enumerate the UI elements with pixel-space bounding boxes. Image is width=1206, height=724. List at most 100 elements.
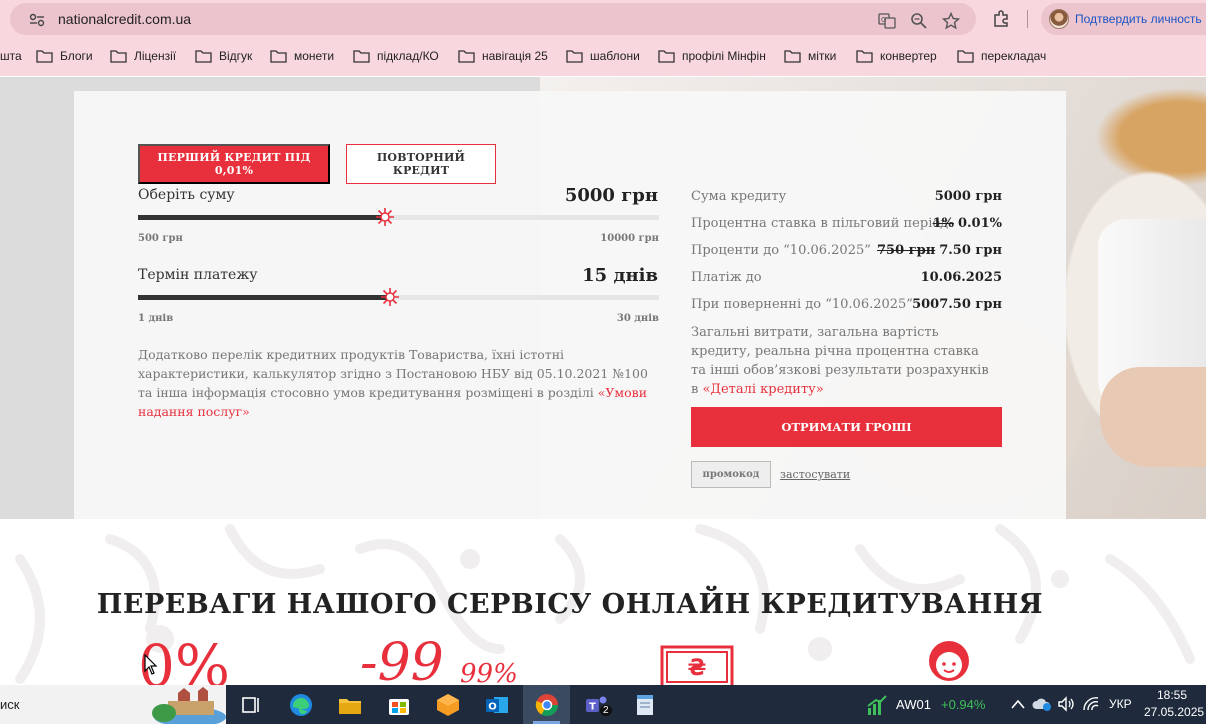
onedrive-icon[interactable] <box>1032 696 1052 712</box>
bookmark-label: перекладач <box>981 49 1047 63</box>
amount-slider-handle-icon[interactable] <box>374 206 396 228</box>
bookmark-label: конвертер <box>880 49 937 63</box>
price-cents-icon: 99% <box>460 659 518 685</box>
amount-label: Оберіть суму <box>138 187 235 203</box>
notepad-icon[interactable] <box>632 692 658 718</box>
summary-row: Платіж до 10.06.2025 <box>691 270 1002 290</box>
term-max-label: 30 днів <box>616 313 659 324</box>
hero-section: ПЕРШИЙ КРЕДИТ ПІД 0,01% ПОВТОРНИЙ КРЕДИТ… <box>0 77 1206 519</box>
term-label: Термін платежу <box>138 267 258 283</box>
teams-badge: 2 <box>600 705 612 716</box>
summary-row: Проценти до “10.06.2025” 750 грн 7.50 грн <box>691 243 1002 263</box>
amount-max-label: 10000 грн <box>600 233 659 244</box>
file-explorer-icon[interactable] <box>337 692 363 718</box>
term-slider-handle-icon[interactable] <box>379 286 401 308</box>
folder-icon <box>110 50 127 63</box>
apply-promo-link[interactable]: застосувати <box>780 468 850 481</box>
amount-value: 5000 грн <box>564 185 658 206</box>
summary-row-old-value: 750 грн <box>877 243 936 258</box>
sublime-text-icon[interactable] <box>435 692 461 718</box>
person-icon <box>929 641 969 681</box>
money-bill-symbol: ₴ <box>688 656 707 681</box>
extensions-icon[interactable] <box>992 9 1010 27</box>
promo-code-input[interactable]: промокод <box>691 461 771 488</box>
summary-row-label: Проценти до “10.06.2025” <box>691 243 871 258</box>
zoom-icon[interactable] <box>910 12 928 30</box>
svg-text:G: G <box>881 16 886 24</box>
microsoft-store-icon[interactable] <box>386 692 412 718</box>
loan-calculator-card: ПЕРШИЙ КРЕДИТ ПІД 0,01% ПОВТОРНИЙ КРЕДИТ… <box>74 91 1066 519</box>
folder-icon <box>270 50 287 63</box>
summary-row-old-value: 1% <box>932 216 954 231</box>
folder-icon <box>353 50 370 63</box>
taskbar-search[interactable]: иск <box>0 685 226 724</box>
summary-row-new-value: 10.06.2025 <box>920 270 1002 285</box>
summary-row-new-value: 5007.50 грн <box>912 297 1002 312</box>
svg-text:T: T <box>589 702 596 713</box>
terms-note: Додатково перелік кредитних продуктів То… <box>138 345 658 421</box>
chrome-active-tab[interactable] <box>523 685 570 724</box>
task-view-icon[interactable] <box>238 692 264 718</box>
edge-browser-icon[interactable] <box>288 692 314 718</box>
summary-row: При поверненні до “10.06.2025” 5007.50 гр… <box>691 297 1002 317</box>
ticker-name[interactable]: AW01 <box>896 697 931 712</box>
get-money-button[interactable]: ОТРИМАТИ ГРОШІ <box>691 407 1002 447</box>
mouse-cursor-icon <box>144 654 158 675</box>
summary-row-label: Платіж до <box>691 270 762 285</box>
summary-row-value: 1% 0.01% <box>933 216 1002 231</box>
folder-icon <box>784 50 801 63</box>
hero-hand-image <box>1100 367 1206 467</box>
omnibox[interactable]: nationalcredit.com.ua G <box>10 3 976 35</box>
tab-first-credit[interactable]: ПЕРШИЙ КРЕДИТ ПІД 0,01% <box>138 144 330 184</box>
clock-time[interactable]: 18:55 <box>1157 688 1187 702</box>
chevron-up-icon[interactable] <box>1010 697 1026 711</box>
summary-note: Загальні витрати, загальна вартість кред… <box>691 323 991 399</box>
toolbar-separator <box>1027 10 1028 28</box>
translate-icon[interactable]: G <box>878 12 896 30</box>
outlook-icon[interactable]: O <box>484 692 510 718</box>
bookmark-partial[interactable]: шта <box>0 49 22 63</box>
price-icon: -99 <box>360 633 444 685</box>
summary-row-value: 10.06.2025 <box>921 270 1002 285</box>
bookmark-star-icon[interactable] <box>942 12 960 30</box>
folder-icon <box>856 50 873 63</box>
summary-row-value: 750 грн 7.50 грн <box>877 243 1002 258</box>
summary-row-new-value: 7.50 грн <box>939 243 1002 258</box>
avatar <box>1049 9 1069 29</box>
summary-row-value: 5000 грн <box>935 189 1002 204</box>
summary-row-value: 5007.50 грн <box>912 297 1002 312</box>
term-slider[interactable] <box>138 288 659 306</box>
amount-slider[interactable] <box>138 208 659 226</box>
taskbar-search-text: иск <box>0 697 20 712</box>
clock-date[interactable]: 27.05.2025 <box>1144 705 1204 719</box>
wifi-icon[interactable] <box>1082 696 1100 712</box>
bookmarks-bar: шта Блоги Ліцензії Відгук монети підклад/КО н… <box>0 38 1206 76</box>
volume-icon[interactable] <box>1057 696 1075 712</box>
amount-slider-fill <box>138 215 385 220</box>
term-slider-fill <box>138 295 390 300</box>
credit-details-link[interactable]: «Деталі кредиту» <box>702 382 823 397</box>
terms-note-text: Додатково перелік кредитних продуктів То… <box>138 347 648 400</box>
advantages-section: ПЕРЕВАГИ НАШОГО СЕРВІСУ ОНЛАЙН КРЕДИТУВА… <box>0 519 1206 685</box>
term-min-label: 1 днів <box>138 313 174 324</box>
folder-icon <box>458 50 475 63</box>
stock-chart-icon[interactable] <box>866 694 888 716</box>
summary-row-label: Сума кредиту <box>691 189 787 204</box>
bookmark-label: підклад/КО <box>377 49 439 63</box>
profile-button[interactable]: Подтвердить личность <box>1041 3 1206 35</box>
language-indicator[interactable]: УКР <box>1109 697 1132 711</box>
site-settings-icon[interactable] <box>28 13 46 27</box>
summary-row: Процентна ставка в пільговий період 1% 0.0… <box>691 216 1002 236</box>
bookmark-label: навігація 25 <box>482 49 548 63</box>
summary-row-new-value: 0.01% <box>957 216 1002 231</box>
folder-icon <box>36 50 53 63</box>
summary-row-label: Процентна ставка в пільговий період <box>691 216 949 231</box>
bookmark-label: Блоги <box>60 49 93 63</box>
summary-row: Сума кредиту 5000 грн <box>691 189 1002 209</box>
ticker-change[interactable]: +0.94% <box>941 697 985 712</box>
tab-repeat-credit[interactable]: ПОВТОРНИЙ КРЕДИТ <box>346 144 496 184</box>
windows-taskbar: иск O T 2 AW01 +0.94% УКР 18:55 27.05.20… <box>0 685 1206 724</box>
url-text[interactable]: nationalcredit.com.ua <box>58 11 191 27</box>
browser-address-bar: nationalcredit.com.ua G Подтвердить личн… <box>0 0 1206 38</box>
bookmark-label: шаблони <box>590 49 640 63</box>
